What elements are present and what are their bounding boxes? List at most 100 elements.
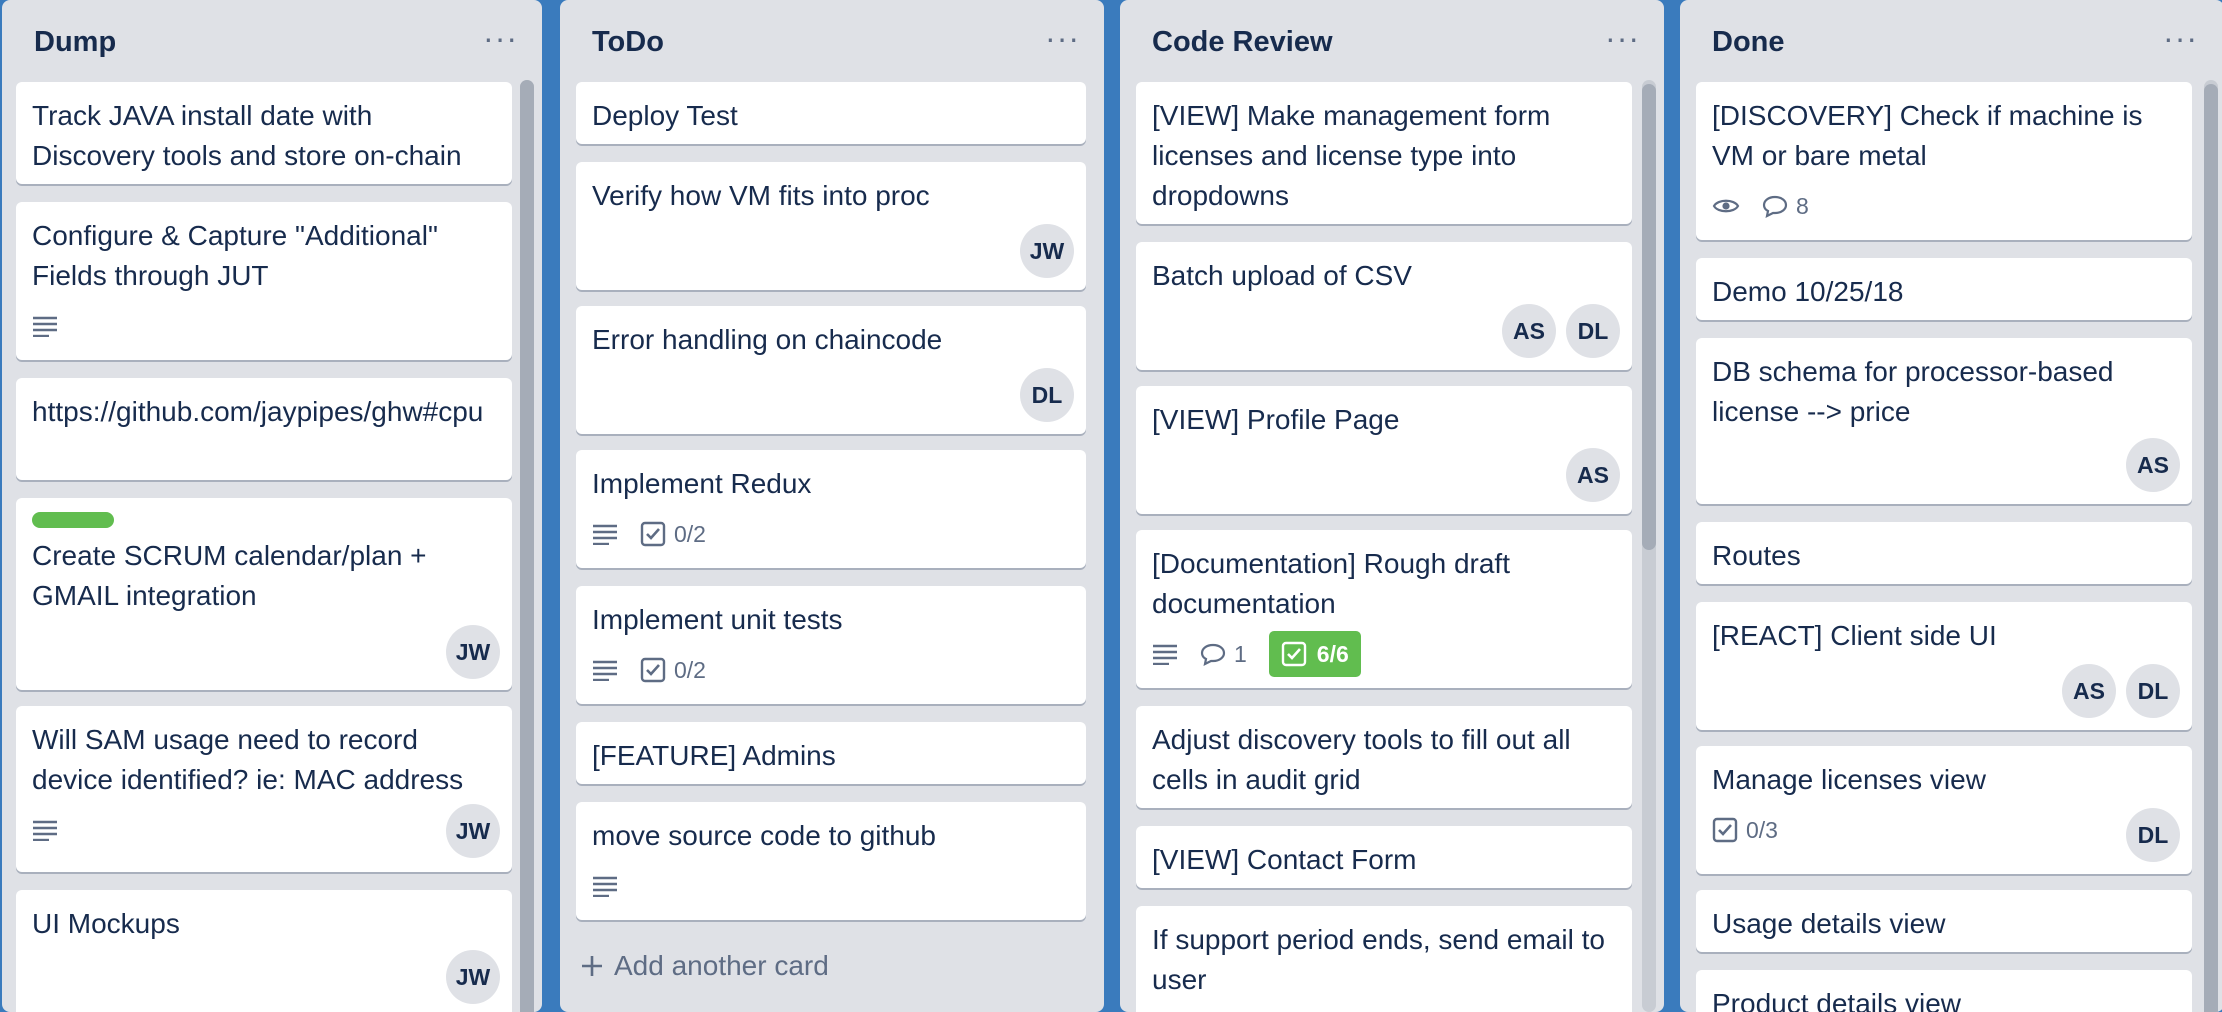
list-menu-button[interactable]: ···	[483, 22, 518, 54]
card-title: [VIEW] Profile Page	[1152, 404, 1400, 435]
list-menu-button[interactable]: ···	[2163, 22, 2198, 54]
card-members: JW	[446, 950, 500, 1004]
card-members: JW	[446, 625, 500, 679]
card[interactable]: Demo 10/25/18	[1696, 258, 2192, 320]
avatar[interactable]: JW	[446, 625, 500, 679]
card-members: AS DL	[2062, 664, 2180, 718]
card[interactable]: If support period ends, send email to us…	[1136, 906, 1632, 1012]
checklist-badge: 0/2	[640, 657, 706, 684]
avatar[interactable]: JW	[446, 950, 500, 1004]
avatar[interactable]: AS	[2062, 664, 2116, 718]
list-menu-button[interactable]: ···	[1605, 22, 1640, 54]
card-title: [VIEW] Contact Form	[1152, 844, 1417, 875]
card-badges	[32, 810, 58, 850]
plus-icon	[582, 956, 602, 976]
card[interactable]: Configure & Capture "Additional" Fields …	[16, 202, 512, 360]
card-title: Error handling on chaincode	[592, 324, 943, 355]
card[interactable]: DB schema for processor-based license --…	[1696, 338, 2192, 504]
card[interactable]: Track JAVA install date with Discovery t…	[16, 82, 512, 184]
description-icon	[592, 523, 618, 545]
list-title[interactable]: Done	[1712, 26, 1785, 59]
card-title: Usage details view	[1712, 908, 1946, 939]
card-title: [REACT] Client side UI	[1712, 620, 1997, 651]
card[interactable]: [Documentation] Rough draft documentatio…	[1136, 530, 1632, 688]
avatar[interactable]: AS	[2126, 438, 2180, 492]
scrollbar-thumb[interactable]	[520, 80, 534, 1012]
card[interactable]: Manage licenses view 0/3 DL	[1696, 746, 2192, 874]
card[interactable]: move source code to github	[576, 802, 1086, 920]
list-scrollbar[interactable]	[1642, 80, 1656, 1012]
card-members: AS	[1566, 448, 1620, 502]
list-title[interactable]: Dump	[34, 26, 116, 59]
card-title: Create SCRUM calendar/plan + GMAIL integ…	[32, 540, 427, 611]
card[interactable]: UI Mockups JW	[16, 890, 512, 1012]
card-title: Manage licenses view	[1712, 764, 1986, 795]
list-title[interactable]: ToDo	[592, 26, 664, 59]
checklist-count: 6/6	[1316, 640, 1349, 667]
card[interactable]: Deploy Test	[576, 82, 1086, 144]
card-title: DB schema for processor-based license --…	[1712, 356, 2114, 427]
list-scrollbar[interactable]	[2204, 80, 2218, 1012]
card[interactable]: [VIEW] Profile Page AS	[1136, 386, 1632, 514]
card[interactable]: Verify how VM fits into proc JW	[576, 162, 1086, 290]
checklist-count: 0/2	[674, 656, 706, 683]
avatar[interactable]: JW	[1020, 224, 1074, 278]
card[interactable]: Adjust discovery tools to fill out all c…	[1136, 706, 1632, 808]
card-title: Deploy Test	[592, 100, 738, 131]
card-title: Adjust discovery tools to fill out all c…	[1152, 724, 1571, 795]
list-dump: Dump ··· Track JAVA install date with Di…	[2, 0, 542, 1012]
card[interactable]: [REACT] Client side UI AS DL	[1696, 602, 2192, 730]
list-menu-button[interactable]: ···	[1045, 22, 1080, 54]
avatar[interactable]: AS	[1502, 304, 1556, 358]
card[interactable]: Implement Redux 0/2	[576, 450, 1086, 568]
card[interactable]: Create SCRUM calendar/plan + GMAIL integ…	[16, 498, 512, 690]
scrollbar-thumb[interactable]	[1642, 84, 1656, 550]
card-members: JW	[1020, 224, 1074, 278]
list-title[interactable]: Code Review	[1152, 26, 1333, 59]
card[interactable]: [DISCOVERY] Check if machine is VM or ba…	[1696, 82, 2192, 240]
card[interactable]: Error handling on chaincode DL	[576, 306, 1086, 434]
checklist-count: 0/2	[674, 520, 706, 547]
card-badges: 0/2	[592, 650, 706, 690]
card[interactable]: https://github.com/jaypipes/ghw#cpu	[16, 378, 512, 480]
avatar[interactable]: DL	[1020, 368, 1074, 422]
card-members: JW	[446, 804, 500, 858]
card[interactable]: Product details view	[1696, 970, 2192, 1012]
card[interactable]: [VIEW] Make management form licenses and…	[1136, 82, 1632, 224]
checklist-icon	[640, 521, 666, 547]
card-title: Batch upload of CSV	[1152, 260, 1412, 291]
avatar[interactable]: DL	[2126, 808, 2180, 862]
checklist-badge: 0/2	[640, 521, 706, 548]
card[interactable]: Implement unit tests 0/2	[576, 586, 1086, 704]
card-title: Routes	[1712, 540, 1801, 571]
card[interactable]: Batch upload of CSV AS DL	[1136, 242, 1632, 370]
card[interactable]: Will SAM usage need to record device ide…	[16, 706, 512, 872]
list-header: Code Review ···	[1120, 0, 1664, 84]
card-badges: 8	[1712, 186, 1809, 226]
avatar[interactable]: AS	[1566, 448, 1620, 502]
card[interactable]: Usage details view	[1696, 890, 2192, 952]
card[interactable]: [VIEW] Contact Form	[1136, 826, 1632, 888]
add-card-button[interactable]: Add another card	[580, 950, 829, 982]
avatar[interactable]: DL	[1566, 304, 1620, 358]
list-scrollbar[interactable]	[520, 80, 534, 1012]
description-icon	[592, 875, 618, 897]
checklist-badge: 0/3	[1712, 817, 1778, 844]
scrollbar-thumb[interactable]	[2204, 84, 2218, 1012]
card[interactable]: [FEATURE] Admins	[576, 722, 1086, 784]
card-label-green[interactable]	[32, 512, 114, 528]
card[interactable]: Routes	[1696, 522, 2192, 584]
card-badges: 1 6/6	[1152, 631, 1361, 677]
card-title: [VIEW] Make management form licenses and…	[1152, 100, 1551, 211]
comment-count: 8	[1796, 192, 1809, 219]
card-title: [FEATURE] Admins	[592, 740, 836, 771]
card-title: Verify how VM fits into proc	[592, 180, 930, 211]
avatar[interactable]: DL	[2126, 664, 2180, 718]
checklist-icon	[1281, 641, 1306, 667]
description-icon	[592, 659, 618, 681]
card-title: Demo 10/25/18	[1712, 276, 1904, 307]
avatar[interactable]: JW	[446, 804, 500, 858]
card-title: https://github.com/jaypipes/ghw#cpu	[32, 396, 484, 427]
comment-icon	[1200, 643, 1226, 666]
comment-count: 1	[1234, 640, 1247, 667]
